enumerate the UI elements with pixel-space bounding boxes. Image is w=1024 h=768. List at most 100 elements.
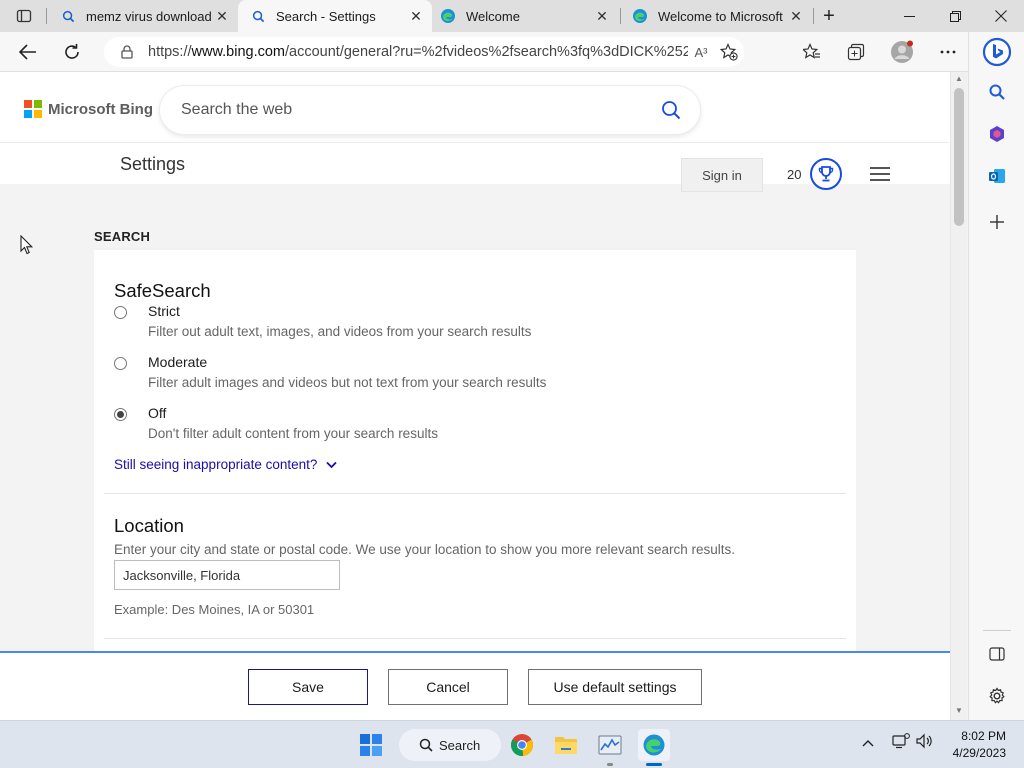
new-tab-icon[interactable]: + bbox=[816, 4, 842, 28]
search-icon bbox=[419, 738, 433, 752]
chevron-down-icon bbox=[326, 457, 338, 472]
edge-icon bbox=[440, 8, 456, 24]
settings-footer: Save Cancel Use default settings bbox=[0, 651, 950, 720]
location-input[interactable]: Jacksonville, Florida bbox=[114, 560, 340, 590]
refresh-icon[interactable] bbox=[58, 38, 86, 66]
file-explorer-icon[interactable] bbox=[550, 729, 582, 761]
web-page: Microsoft Bing Search the web Settings S… bbox=[0, 72, 950, 720]
url-text[interactable]: https://www.bing.com/account/general?ru=… bbox=[148, 44, 688, 60]
outlook-icon[interactable] bbox=[981, 160, 1013, 192]
edge-icon bbox=[632, 8, 648, 24]
more-options-icon[interactable] bbox=[934, 38, 962, 66]
close-tab-icon[interactable]: ✕ bbox=[786, 6, 806, 26]
radio-moderate[interactable] bbox=[114, 357, 127, 370]
show-hidden-icons-icon[interactable] bbox=[862, 735, 874, 750]
search-input[interactable]: Search the web bbox=[181, 101, 656, 119]
browser-toolbar: https://www.bing.com/account/general?ru=… bbox=[0, 32, 968, 72]
task-manager-icon[interactable] bbox=[594, 729, 626, 766]
search-icon[interactable] bbox=[656, 100, 686, 120]
scroll-thumb[interactable] bbox=[954, 88, 964, 226]
tab-search-settings[interactable]: Search - Settings ✕ bbox=[238, 0, 432, 32]
close-window-icon[interactable] bbox=[978, 0, 1024, 32]
tab-title: memz virus download - bbox=[86, 8, 212, 24]
favorites-icon[interactable] bbox=[798, 38, 826, 66]
bing-logo[interactable]: Microsoft Bing bbox=[24, 100, 153, 118]
rewards-points[interactable]: 20 bbox=[787, 167, 801, 182]
bing-search-icon bbox=[250, 8, 266, 24]
tab-separator bbox=[813, 8, 814, 24]
scroll-down-icon[interactable]: ▼ bbox=[955, 706, 963, 715]
add-sidebar-icon[interactable] bbox=[981, 206, 1013, 238]
restore-icon[interactable] bbox=[932, 0, 978, 32]
system-clock[interactable]: 8:02 PM 4/29/2023 bbox=[940, 728, 1006, 762]
cancel-button[interactable]: Cancel bbox=[388, 669, 508, 705]
office-icon[interactable] bbox=[981, 118, 1013, 150]
scroll-up-icon[interactable]: ▲ bbox=[955, 74, 963, 83]
location-description: Enter your city and state or postal code… bbox=[114, 542, 736, 557]
address-bar[interactable]: https://www.bing.com/account/general?ru=… bbox=[104, 37, 744, 67]
radio-off[interactable] bbox=[114, 408, 127, 421]
sign-in-button[interactable]: Sign in bbox=[681, 158, 763, 192]
read-aloud-icon[interactable]: A³ bbox=[688, 45, 714, 60]
settings-card: SafeSearch Strict Filter out adult text,… bbox=[94, 250, 856, 720]
edge-taskbar-icon[interactable] bbox=[638, 729, 670, 766]
safesearch-option-off[interactable]: Off Don't filter adult content from your… bbox=[114, 405, 438, 441]
tab-strip: memz virus download - ✕ Search - Setting… bbox=[0, 0, 1024, 32]
link-text: Still seeing inappropriate content? bbox=[114, 457, 318, 472]
option-label: Off bbox=[148, 405, 167, 421]
option-description: Don't filter adult content from your sea… bbox=[148, 426, 438, 441]
collections-icon[interactable] bbox=[842, 38, 870, 66]
rewards-trophy-icon[interactable] bbox=[810, 158, 842, 190]
sidebar-settings-icon[interactable] bbox=[981, 680, 1013, 712]
brand-name: Microsoft Bing bbox=[48, 100, 153, 118]
tab-welcome[interactable]: Welcome ✕ bbox=[428, 0, 618, 32]
inappropriate-content-link[interactable]: Still seeing inappropriate content? bbox=[114, 457, 338, 472]
running-indicator bbox=[607, 763, 613, 766]
close-tab-icon[interactable]: ✕ bbox=[406, 6, 426, 26]
edge-sidebar bbox=[968, 32, 1024, 720]
taskbar-search-label: Search bbox=[439, 737, 481, 753]
option-description: Filter adult images and videos but not t… bbox=[148, 375, 547, 390]
tab-separator bbox=[46, 8, 47, 24]
microsoft-logo-icon bbox=[24, 100, 42, 118]
save-button[interactable]: Save bbox=[248, 669, 368, 705]
search-icon[interactable] bbox=[981, 76, 1013, 108]
mouse-cursor-icon bbox=[20, 234, 34, 255]
location-example: Example: Des Moines, IA or 50301 bbox=[114, 602, 315, 617]
url-domain: www.bing.com bbox=[191, 44, 286, 60]
close-tab-icon[interactable]: ✕ bbox=[592, 6, 612, 26]
safesearch-option-strict[interactable]: Strict Filter out adult text, images, an… bbox=[114, 303, 531, 339]
taskbar-search[interactable]: Search bbox=[399, 729, 501, 761]
location-heading: Location bbox=[114, 515, 184, 536]
use-default-settings-button[interactable]: Use default settings bbox=[528, 669, 702, 705]
close-tab-icon[interactable]: ✕ bbox=[212, 6, 232, 26]
back-icon[interactable] bbox=[14, 38, 42, 66]
tab-title: Welcome bbox=[466, 8, 520, 24]
network-icon[interactable] bbox=[892, 733, 910, 752]
option-label: Strict bbox=[148, 303, 180, 319]
page-scrollbar[interactable]: ▲ ▼ bbox=[950, 72, 967, 720]
hide-sidebar-icon[interactable] bbox=[981, 638, 1013, 670]
menu-icon[interactable] bbox=[870, 167, 890, 181]
tab-memz[interactable]: memz virus download - ✕ bbox=[48, 0, 238, 32]
radio-strict[interactable] bbox=[114, 306, 127, 319]
lock-icon[interactable] bbox=[118, 45, 136, 59]
bing-header: Microsoft Bing Search the web bbox=[0, 72, 950, 142]
tab-title: Welcome to Microsoft E bbox=[658, 8, 786, 24]
windows-taskbar: Search 8:02 PM 4/29/2023 bbox=[0, 720, 1024, 768]
windows-start-icon[interactable] bbox=[355, 729, 387, 761]
add-favorite-icon[interactable] bbox=[714, 43, 744, 61]
url-path: /account/general?ru=%2fvideos%2fsearch%3… bbox=[285, 44, 688, 60]
volume-icon[interactable] bbox=[916, 733, 934, 752]
chrome-icon[interactable] bbox=[506, 729, 538, 761]
profile-avatar-icon[interactable] bbox=[888, 38, 916, 66]
minimize-icon[interactable] bbox=[886, 0, 932, 32]
clock-date: 4/29/2023 bbox=[952, 746, 1006, 760]
section-divider bbox=[104, 493, 846, 494]
tab-welcome-microsoft-edge[interactable]: Welcome to Microsoft E ✕ bbox=[620, 0, 812, 32]
safesearch-option-moderate[interactable]: Moderate Filter adult images and videos … bbox=[114, 354, 546, 390]
bing-chat-icon[interactable] bbox=[979, 34, 1015, 70]
bing-search-box[interactable]: Search the web bbox=[160, 86, 700, 134]
clock-time: 8:02 PM bbox=[961, 729, 1006, 743]
tab-actions-icon[interactable] bbox=[8, 4, 40, 28]
